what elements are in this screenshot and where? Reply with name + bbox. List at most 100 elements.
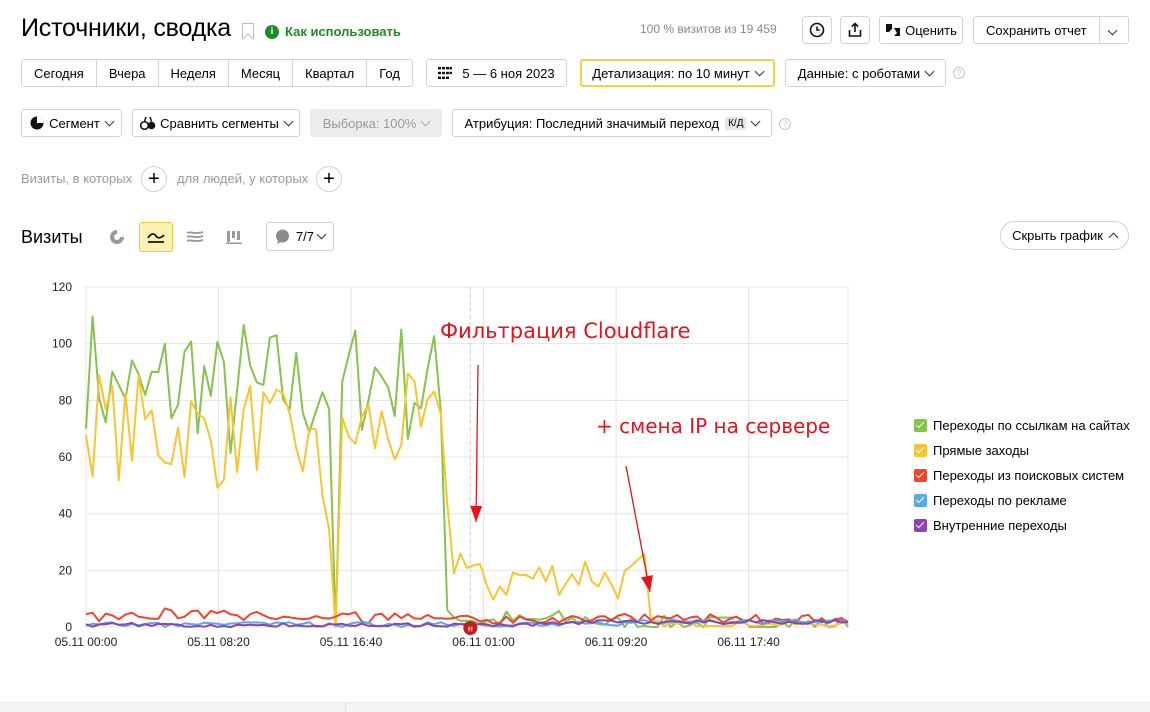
add-people-filter-button[interactable]: + <box>316 166 342 192</box>
y-tick-label: 100 <box>52 337 72 351</box>
chevron-down-icon <box>316 229 327 240</box>
people-filter-label: для людей, у которых <box>177 171 309 186</box>
legend-item[interactable]: Переходы по ссылкам на сайтах <box>914 413 1130 438</box>
segment-dropdown[interactable]: Сегмент <box>21 109 122 137</box>
bottom-panel <box>0 702 1150 712</box>
how-to-use-link[interactable]: i Как использовать <box>265 24 401 39</box>
period-today[interactable]: Сегодня <box>22 60 97 86</box>
clock-icon <box>809 22 825 38</box>
pie-chart-button[interactable] <box>100 222 134 252</box>
legend-item[interactable]: Внутренние переходы <box>914 513 1130 538</box>
chart-legend: Переходы по ссылкам на сайтах Прямые зах… <box>914 413 1130 538</box>
thumbs-icon <box>886 24 901 36</box>
checkbox-icon <box>914 444 927 457</box>
help-icon[interactable]: ? <box>953 67 965 79</box>
period-year[interactable]: Год <box>367 60 412 86</box>
comment-icon <box>275 229 289 244</box>
date-range-label: 5 — 6 ноя 2023 <box>462 65 555 81</box>
divider <box>345 702 346 712</box>
checkbox-icon <box>914 494 927 507</box>
hide-chart-label: Скрыть график <box>1012 228 1103 243</box>
add-visit-filter-button[interactable]: + <box>141 166 167 192</box>
chevron-up-icon <box>1108 232 1119 243</box>
chevron-down-icon <box>283 116 294 126</box>
chevron-down-icon <box>420 116 431 126</box>
checkbox-icon <box>914 469 927 482</box>
calendar-icon <box>438 67 453 79</box>
bar-chart-button[interactable] <box>217 222 251 252</box>
checkbox-icon <box>914 519 927 532</box>
help-icon[interactable]: ? <box>779 118 791 130</box>
series-line <box>85 315 849 628</box>
visits-line-chart: 0 20 40 60 80 100 120 05.11 00:00 05.11 08:20 05.… <box>52 280 849 649</box>
visits-percentage: 100 % визитов из 19 459 <box>640 22 777 36</box>
detail-label: Детализация: по 10 минут <box>592 65 750 81</box>
period-month[interactable]: Месяц <box>229 60 294 86</box>
period-selector: Сегодня Вчера Неделя Месяц Квартал Год <box>21 59 413 87</box>
date-range-button[interactable]: 5 — 6 ноя 2023 <box>426 59 567 87</box>
x-tick-label: 05.11 00:00 <box>55 635 118 649</box>
period-quarter[interactable]: Квартал <box>293 60 368 86</box>
bar-chart-icon <box>226 231 242 244</box>
info-icon: i <box>265 24 279 39</box>
legend-label: Переходы из поисковых систем <box>933 468 1125 483</box>
drops-icon <box>140 116 156 130</box>
y-tick-label: 120 <box>52 280 72 294</box>
history-button[interactable] <box>802 16 832 44</box>
attribution-label: Атрибуция: Последний значимый переход <box>464 115 720 131</box>
y-tick-label: 40 <box>59 507 73 521</box>
visits-filter-label: Визиты, в которых <box>21 171 133 186</box>
y-tick-label: 20 <box>59 563 73 577</box>
sample-label: Выборка: 100% <box>322 115 417 131</box>
period-yesterday[interactable]: Вчера <box>97 60 159 86</box>
annotation-text: Фильтрация Cloudflare <box>440 319 690 343</box>
bookmark-icon[interactable] <box>242 23 254 39</box>
checkbox-icon <box>914 419 927 432</box>
hide-chart-button[interactable]: Скрыть график <box>1000 221 1129 250</box>
series-counter-label: 7/7 <box>295 229 315 244</box>
save-report-button[interactable]: Сохранить отчет <box>973 16 1129 44</box>
x-tick-label: 05.11 08:20 <box>187 635 250 649</box>
x-tick-label: 06.11 01:00 <box>452 635 515 649</box>
legend-item[interactable]: Переходы из поисковых систем <box>914 463 1130 488</box>
detail-dropdown[interactable]: Детализация: по 10 минут <box>580 59 775 87</box>
legend-label: Переходы по рекламе <box>933 493 1067 508</box>
chevron-down-icon <box>924 66 935 76</box>
series-counter-dropdown[interactable]: 7/7 <box>266 222 334 251</box>
area-chart-icon <box>186 231 204 243</box>
x-tick-label: 05.11 16:40 <box>320 635 383 649</box>
legend-item[interactable]: Прямые заходы <box>914 438 1130 463</box>
line-chart-button[interactable] <box>139 222 173 252</box>
legend-item[interactable]: Переходы по рекламе <box>914 488 1130 513</box>
chevron-down-icon[interactable] <box>1107 25 1118 36</box>
sample-dropdown[interactable]: Выборка: 100% <box>310 109 442 137</box>
x-tick-label: 06.11 17:40 <box>717 635 780 649</box>
chevron-down-icon <box>754 66 765 76</box>
pie-chart-icon <box>110 230 124 244</box>
how-to-use-label: Как использовать <box>285 24 401 39</box>
export-button[interactable] <box>840 16 870 44</box>
line-chart-icon <box>147 233 165 243</box>
annotation-arrow <box>625 465 651 593</box>
rate-button[interactable]: Оценить <box>879 16 963 44</box>
event-marker-label: н <box>468 624 473 634</box>
attribution-badge: К/Д <box>725 116 747 130</box>
period-week[interactable]: Неделя <box>159 60 229 86</box>
annotation-arrow <box>475 364 479 523</box>
area-chart-button[interactable] <box>178 222 212 252</box>
y-tick-label: 0 <box>65 620 72 634</box>
annotation-text: + смена IP на сервере <box>596 414 830 438</box>
attribution-dropdown[interactable]: Атрибуция: Последний значимый переход К/… <box>452 109 772 137</box>
legend-label: Переходы по ссылкам на сайтах <box>933 418 1130 433</box>
rate-label: Оценить <box>905 22 957 38</box>
share-icon <box>848 22 862 37</box>
data-dropdown[interactable]: Данные: с роботами <box>785 59 946 87</box>
legend-label: Внутренние переходы <box>933 518 1067 533</box>
y-tick-label: 60 <box>59 450 73 464</box>
x-tick-label: 06.11 09:20 <box>585 635 648 649</box>
page-title: Источники, сводка <box>21 14 232 42</box>
compare-segments-dropdown[interactable]: Сравнить сегменты <box>132 109 300 137</box>
data-label: Данные: с роботами <box>797 65 921 81</box>
chevron-down-icon <box>104 116 115 126</box>
pie-icon <box>30 116 44 130</box>
